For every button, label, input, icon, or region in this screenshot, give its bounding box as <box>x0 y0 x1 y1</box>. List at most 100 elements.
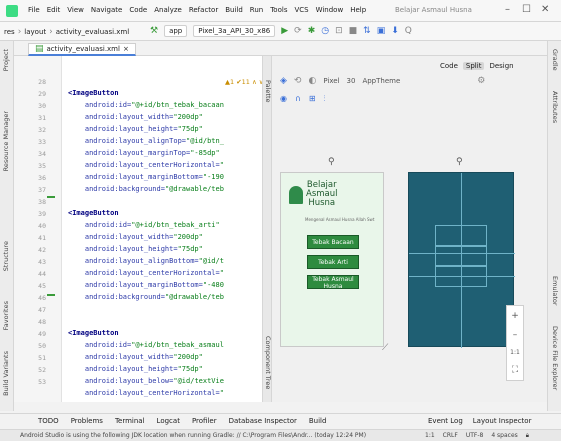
design-toolbar: ◈ ⟲ ◐ Pixel 30 AppTheme ⚙ <box>280 76 485 86</box>
status-message[interactable]: Android Studio is using the following JD… <box>20 432 366 439</box>
zoom-actual-button[interactable]: 1:1 <box>510 349 520 356</box>
settings-icon[interactable]: ⚙ <box>477 76 485 86</box>
main-menu: File Edit View Navigate Code Analyze Ref… <box>28 6 366 14</box>
line-number: 50 <box>38 342 46 350</box>
layers-icon[interactable]: ◈ <box>280 76 287 86</box>
menu-tools[interactable]: Tools <box>270 6 287 14</box>
orientation-icon[interactable]: ⟲ <box>294 76 302 86</box>
menu-window[interactable]: Window <box>316 6 344 14</box>
menu-refactor[interactable]: Refactor <box>189 6 218 14</box>
eye-icon[interactable]: ◉ <box>280 94 287 104</box>
tool-attributes[interactable]: Attributes <box>551 91 559 123</box>
zoom-fit-icon[interactable]: ⛶ <box>512 365 518 375</box>
run-config-select[interactable]: app <box>164 25 188 37</box>
run-icon[interactable]: ▶ <box>281 26 288 36</box>
blueprint-widget[interactable] <box>435 245 487 267</box>
device-preview-select[interactable]: Pixel <box>323 77 339 85</box>
tool-resource-manager[interactable]: Resource Manager <box>2 111 10 171</box>
search-icon[interactable]: Q <box>405 26 412 36</box>
tool-emulator[interactable]: Emulator <box>551 276 559 306</box>
code-editor[interactable]: <ImageButton android:id="@+id/btn_tebak_… <box>62 56 262 402</box>
event-log-tab[interactable]: Event Log <box>428 417 463 425</box>
margin-icon[interactable]: ⊞ <box>309 94 316 104</box>
close-button[interactable]: ✕ <box>541 4 549 15</box>
editor-mode-switch: Code Split Design <box>440 62 514 70</box>
line-number: 48 <box>38 318 46 326</box>
code-mode-button[interactable]: Code <box>440 62 458 70</box>
palette-tab[interactable]: Palette <box>264 80 272 103</box>
avd-manager-icon[interactable]: ▣ <box>377 26 386 36</box>
breadcrumb-file[interactable]: activity_evaluasi.xml <box>56 28 129 36</box>
menu-navigate[interactable]: Navigate <box>91 6 122 14</box>
vcs-change-marker <box>47 196 55 198</box>
blueprint-widget[interactable] <box>435 225 487 247</box>
menu-run[interactable]: Run <box>250 6 263 14</box>
zoom-out-button[interactable]: – <box>513 330 518 340</box>
api-level-select[interactable]: 30 <box>347 77 356 85</box>
code-line: <ImageButton <box>68 89 119 97</box>
code-line: android:background="@drawable/teb <box>84 185 224 193</box>
todo-tab[interactable]: TODO <box>38 417 59 425</box>
caret-position[interactable]: 1:1 <box>425 432 435 440</box>
tool-structure[interactable]: Structure <box>2 241 10 271</box>
night-mode-icon[interactable]: ◐ <box>308 76 316 86</box>
split-mode-button[interactable]: Split <box>462 62 485 70</box>
minimize-button[interactable]: – <box>505 4 510 15</box>
tool-project[interactable]: Project <box>2 49 10 71</box>
zoom-in-button[interactable]: + <box>511 311 519 321</box>
design-mode-button[interactable]: Design <box>489 62 513 70</box>
breadcrumb-layout[interactable]: layout <box>24 28 46 36</box>
menu-build[interactable]: Build <box>225 6 243 14</box>
logcat-tab[interactable]: Logcat <box>157 417 180 425</box>
magnet-icon[interactable]: ∩ <box>295 94 301 104</box>
stop-icon[interactable]: ■ <box>349 26 358 36</box>
app-title: Belajar Asmaul Husna <box>306 180 338 208</box>
device-select[interactable]: Pixel_3a_API_30_x86 <box>193 25 276 37</box>
tool-favorites[interactable]: Favorites <box>2 301 10 330</box>
resize-handle-icon[interactable]: ⟋ <box>382 343 388 353</box>
terminal-tab[interactable]: Terminal <box>115 417 145 425</box>
mosque-logo-icon <box>289 185 303 204</box>
tebak-bacaan-button[interactable]: Tebak Bacaan <box>307 235 359 249</box>
menu-code[interactable]: Code <box>129 6 147 14</box>
lock-icon[interactable]: 🔒︎ <box>526 432 529 440</box>
menu-vcs[interactable]: VCS <box>294 6 308 14</box>
layout-preview[interactable]: Belajar Asmaul Husna Mengenal Asmaul Hus… <box>280 172 384 347</box>
build-tab[interactable]: Build <box>309 417 327 425</box>
indent-setting[interactable]: 4 spaces <box>491 432 517 440</box>
line-number: 47 <box>38 306 46 314</box>
apply-changes-icon[interactable]: ⟳ <box>294 26 302 36</box>
tool-device-file-explorer[interactable]: Device File Explorer <box>551 326 559 390</box>
component-tree-tab[interactable]: Component Tree <box>264 336 272 389</box>
maximize-button[interactable]: ☐ <box>522 4 531 15</box>
menu-file[interactable]: File <box>28 6 40 14</box>
align-icon[interactable]: ⫶ <box>324 94 326 104</box>
menu-analyze[interactable]: Analyze <box>154 6 182 14</box>
file-encoding[interactable]: UTF-8 <box>466 432 484 440</box>
line-separator[interactable]: CRLF <box>443 432 458 440</box>
sdk-manager-icon[interactable]: ⬇ <box>391 26 399 36</box>
close-tab-icon[interactable]: × <box>123 45 129 53</box>
code-line: android:layout_marginTop="-85dp" <box>84 149 220 157</box>
breadcrumb-res[interactable]: res <box>4 28 15 36</box>
theme-select[interactable]: AppTheme <box>362 77 400 85</box>
tool-build-variants[interactable]: Build Variants <box>2 351 10 396</box>
layout-inspector-tab[interactable]: Layout Inspector <box>473 417 532 425</box>
menu-help[interactable]: Help <box>350 6 366 14</box>
blueprint-preview[interactable] <box>408 172 515 348</box>
database-inspector-tab[interactable]: Database Inspector <box>229 417 297 425</box>
debug-icon[interactable]: ✱ <box>308 26 316 36</box>
menu-edit[interactable]: Edit <box>47 6 61 14</box>
file-tab-activity-evaluasi[interactable]: ▤ activity_evaluasi.xml × <box>28 43 136 56</box>
profiler-tab[interactable]: Profiler <box>192 417 217 425</box>
tebak-arti-button[interactable]: Tebak Arti <box>307 255 359 269</box>
tool-gradle[interactable]: Gradle <box>551 49 559 71</box>
menu-view[interactable]: View <box>67 6 84 14</box>
sync-gradle-icon[interactable]: ⇅ <box>363 26 371 36</box>
tebak-asmaul-husna-button[interactable]: Tebak Asmaul Husna <box>307 275 359 290</box>
profile-icon[interactable]: ◷ <box>321 26 329 36</box>
problems-tab[interactable]: Problems <box>71 417 103 425</box>
attach-debugger-icon[interactable]: ⊡ <box>335 26 343 36</box>
hammer-icon[interactable]: ⚒ <box>150 26 158 36</box>
inspection-summary[interactable]: ▲1 ✔11 ∧ ∨ <box>225 78 264 86</box>
